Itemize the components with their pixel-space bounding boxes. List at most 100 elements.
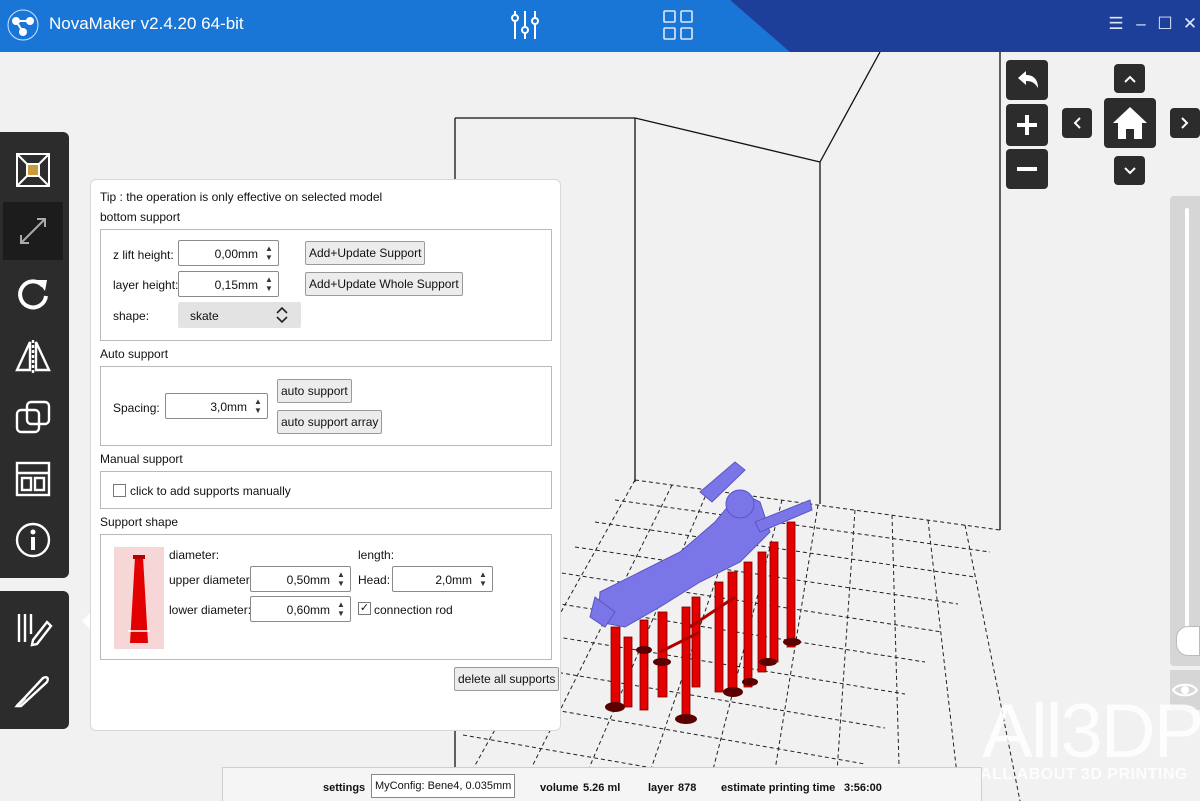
manual-support-group: click to add supports manually [100, 471, 552, 509]
time-label: estimate printing time [721, 782, 836, 794]
home-view-button[interactable] [1104, 98, 1156, 148]
spin-arrows-icon[interactable]: ▲ ▼ [336, 570, 346, 588]
shape-value: skate [190, 309, 219, 323]
spacing-value: 3,0mm [210, 400, 247, 414]
bottom-support-title: bottom support [100, 210, 181, 224]
minimize-icon[interactable]: – [1131, 14, 1151, 34]
close-icon[interactable]: ✕ [1180, 14, 1200, 34]
manual-support-title: Manual support [100, 452, 183, 466]
lower-diameter-label: lower diameter: [169, 603, 252, 617]
resize-icon [20, 218, 46, 244]
app-logo-icon [7, 9, 39, 41]
left-toolbar-bottom [0, 591, 69, 729]
head-label: Head: [358, 573, 391, 587]
info-icon [15, 522, 51, 558]
layer-slider-handle[interactable] [1176, 626, 1200, 656]
layer-label: layer [648, 782, 674, 794]
length-label: length: [358, 548, 395, 562]
model-figure [589, 461, 813, 628]
manual-support-label: click to add supports manually [130, 484, 291, 498]
zoom-in-button[interactable] [1006, 104, 1048, 146]
layout-icon [15, 461, 51, 497]
upper-diameter-input[interactable]: 0,50mm ▲ ▼ [250, 566, 351, 592]
maximize-icon[interactable]: ☐ [1155, 14, 1175, 34]
rotate-button[interactable] [3, 265, 63, 323]
auto-support-array-button[interactable]: auto support array [277, 410, 383, 434]
z-lift-value: 0,00mm [214, 247, 258, 261]
spacing-input[interactable]: 3,0mm ▲ ▼ [165, 393, 268, 419]
view-down-button[interactable] [1114, 156, 1145, 185]
resize-button[interactable] [3, 202, 63, 260]
watermark-tagline: ALL ABOUT 3D PRINTING [980, 766, 1188, 783]
spin-arrows-icon[interactable]: ▲ ▼ [253, 397, 263, 415]
info-button[interactable] [3, 511, 63, 569]
delete-all-supports-button[interactable]: delete all supports [454, 667, 560, 691]
fit-model-icon [16, 153, 50, 187]
status-bar: settings MyConfig: Bene4, 0.035mm volume… [222, 767, 982, 801]
chevron-left-icon [1073, 117, 1081, 129]
minus-icon [1017, 167, 1037, 171]
spacing-label: Spacing: [113, 401, 160, 415]
chevron-right-icon [1181, 117, 1189, 129]
layout-button[interactable] [3, 450, 63, 508]
mirror-button[interactable] [3, 327, 63, 385]
volume-value: 5.26 ml [583, 782, 621, 794]
auto-support-group: Spacing: 3,0mm ▲ ▼ auto support auto supp… [100, 366, 552, 446]
mirror-icon [15, 340, 51, 373]
support-edit-icon [17, 614, 53, 647]
view-right-button[interactable] [1170, 108, 1200, 138]
layer-height-label: layer height: [113, 278, 179, 292]
undo-button[interactable] [1006, 60, 1048, 100]
slice-icon [14, 676, 49, 708]
support-preview-icon [114, 547, 164, 649]
spin-arrows-icon[interactable]: ▲ ▼ [264, 275, 274, 293]
support-edit-button[interactable] [3, 599, 63, 657]
settings-label: settings [323, 782, 366, 794]
head-input[interactable]: 2,0mm ▲ ▼ [392, 566, 493, 592]
time-value: 3:56:00 [844, 782, 882, 794]
auto-support-button[interactable]: auto support [277, 379, 352, 403]
spin-arrows-icon[interactable]: ▲ ▼ [478, 570, 488, 588]
spin-arrows-icon[interactable]: ▲ ▼ [264, 244, 274, 262]
updown-chevron-icon [276, 306, 288, 324]
watermark-logo: All3DP [982, 689, 1200, 774]
support-panel: Tip : the operation is only effective on… [90, 179, 561, 731]
spin-arrows-icon[interactable]: ▲ ▼ [336, 600, 346, 618]
plus-icon [1017, 115, 1037, 135]
support-shape-title: Support shape [100, 515, 179, 529]
slice-button[interactable] [3, 661, 63, 719]
z-lift-input[interactable]: 0,00mm ▲ ▼ [178, 240, 279, 266]
view-up-button[interactable] [1114, 64, 1145, 93]
home-icon [1113, 107, 1147, 139]
fit-model-button[interactable] [3, 141, 63, 199]
connection-rod-checkbox[interactable]: ✓ [358, 602, 371, 615]
config-select[interactable]: MyConfig: Bene4, 0.035mm [371, 774, 516, 798]
menu-icon[interactable]: ☰ [1106, 14, 1126, 34]
connection-rod-label: connection rod [374, 603, 453, 617]
diameter-label: diameter: [169, 548, 220, 562]
duplicate-icon [15, 400, 51, 434]
layer-slider-rail [1185, 208, 1189, 634]
upper-diameter-value: 0,50mm [286, 573, 330, 587]
rotate-icon [18, 279, 48, 310]
app-title: NovaMaker v2.4.20 64-bit [49, 14, 244, 33]
auto-support-title: Auto support [100, 347, 169, 361]
add-update-support-button[interactable]: Add+Update Support [305, 241, 426, 265]
shape-select[interactable]: skate [178, 302, 301, 328]
view-left-button[interactable] [1062, 108, 1092, 138]
title-bar: NovaMaker v2.4.20 64-bit ☰ – ☐ ✕ [0, 0, 1200, 52]
layer-height-input[interactable]: 0,15mm ▲ ▼ [178, 271, 279, 297]
undo-icon [1018, 71, 1038, 88]
chevron-down-icon [1123, 166, 1136, 174]
manual-support-checkbox[interactable] [113, 484, 126, 497]
lower-diameter-input[interactable]: 0,60mm ▲ ▼ [250, 596, 351, 622]
z-lift-label: z lift height: [113, 248, 174, 262]
grid-icon[interactable] [662, 9, 694, 41]
add-update-whole-support-button[interactable]: Add+Update Whole Support [305, 272, 463, 296]
zoom-out-button[interactable] [1006, 149, 1048, 189]
sliders-icon[interactable] [508, 8, 542, 42]
layer-height-value: 0,15mm [214, 278, 258, 292]
chevron-up-icon [1123, 75, 1136, 83]
lower-diameter-value: 0,60mm [286, 603, 330, 617]
duplicate-button[interactable] [3, 389, 63, 447]
